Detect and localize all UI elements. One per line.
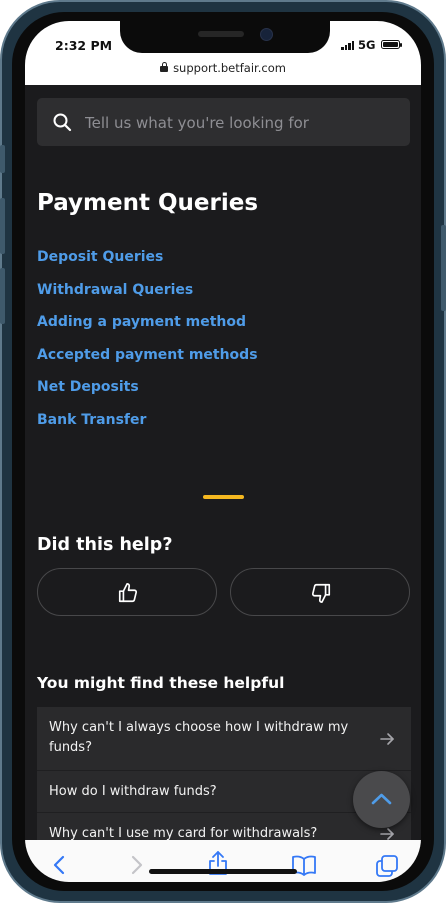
- search-bar[interactable]: [37, 98, 410, 148]
- helpful-list: Why can't I always choose how I withdraw…: [37, 707, 411, 840]
- helpful-item[interactable]: Why can't I always choose how I withdraw…: [37, 707, 411, 771]
- status-time: 2:32 PM: [55, 38, 113, 53]
- mute-switch: [0, 145, 5, 173]
- helpful-title: You might find these helpful: [37, 674, 285, 692]
- list-item: Deposit Queries: [37, 246, 258, 279]
- helpful-item-label: How do I withdraw funds?: [49, 784, 217, 799]
- link-bank-transfer[interactable]: Bank Transfer: [37, 412, 146, 428]
- forward-chevron-icon[interactable]: [130, 854, 144, 876]
- battery-icon: [381, 40, 402, 49]
- thumbs-down-icon: [311, 583, 331, 603]
- thumbs-up-button[interactable]: [37, 568, 217, 616]
- power-button: [441, 225, 446, 311]
- list-item: Withdrawal Queries: [37, 279, 258, 312]
- list-item: Accepted payment methods: [37, 344, 258, 377]
- address-url: support.betfair.com: [173, 61, 286, 75]
- list-item: Adding a payment method: [37, 311, 258, 344]
- scroll-to-top-button[interactable]: [353, 771, 410, 828]
- page-content: Payment Queries Deposit Queries Withdraw…: [25, 85, 421, 840]
- notch: [120, 21, 330, 53]
- front-camera: [260, 28, 273, 41]
- search-icon: [53, 113, 72, 132]
- link-deposit-queries[interactable]: Deposit Queries: [37, 249, 163, 265]
- speaker-grille: [198, 31, 244, 37]
- payment-links-list: Deposit Queries Withdrawal Queries Addin…: [37, 246, 258, 442]
- link-adding-payment-method[interactable]: Adding a payment method: [37, 314, 246, 330]
- search-input[interactable]: [83, 98, 397, 148]
- lock-icon: [160, 62, 169, 72]
- list-item: Net Deposits: [37, 376, 258, 409]
- list-item: Bank Transfer: [37, 409, 258, 442]
- address-bar[interactable]: support.betfair.com: [25, 61, 421, 75]
- feedback-title: Did this help?: [37, 535, 173, 555]
- section-divider: [203, 495, 244, 499]
- helpful-item-label: Why can't I use my card for withdrawals?: [49, 826, 318, 840]
- link-accepted-payment-methods[interactable]: Accepted payment methods: [37, 347, 258, 363]
- screen: 2:32 PM 5G support.betfair.com Payment Q…: [25, 21, 421, 882]
- page-title: Payment Queries: [37, 190, 259, 216]
- volume-down-button: [0, 268, 5, 324]
- link-net-deposits[interactable]: Net Deposits: [37, 379, 139, 395]
- thumbs-up-icon: [118, 583, 138, 603]
- status-bar: 2:32 PM 5G support.betfair.com: [25, 21, 421, 85]
- home-indicator: [149, 869, 297, 874]
- network-label: 5G: [358, 38, 376, 52]
- browser-toolbar: [25, 840, 421, 882]
- helpful-item[interactable]: Why can't I use my card for withdrawals?: [37, 813, 411, 840]
- arrow-right-icon: [380, 732, 394, 745]
- back-chevron-icon[interactable]: [52, 854, 66, 876]
- chevron-up-icon: [371, 793, 392, 805]
- helpful-item-label: Why can't I always choose how I withdraw…: [49, 720, 349, 755]
- signal-icon: [341, 41, 355, 50]
- tabs-icon[interactable]: [375, 854, 399, 878]
- volume-up-button: [0, 198, 5, 254]
- thumbs-down-button[interactable]: [230, 568, 410, 616]
- link-withdrawal-queries[interactable]: Withdrawal Queries: [37, 282, 193, 298]
